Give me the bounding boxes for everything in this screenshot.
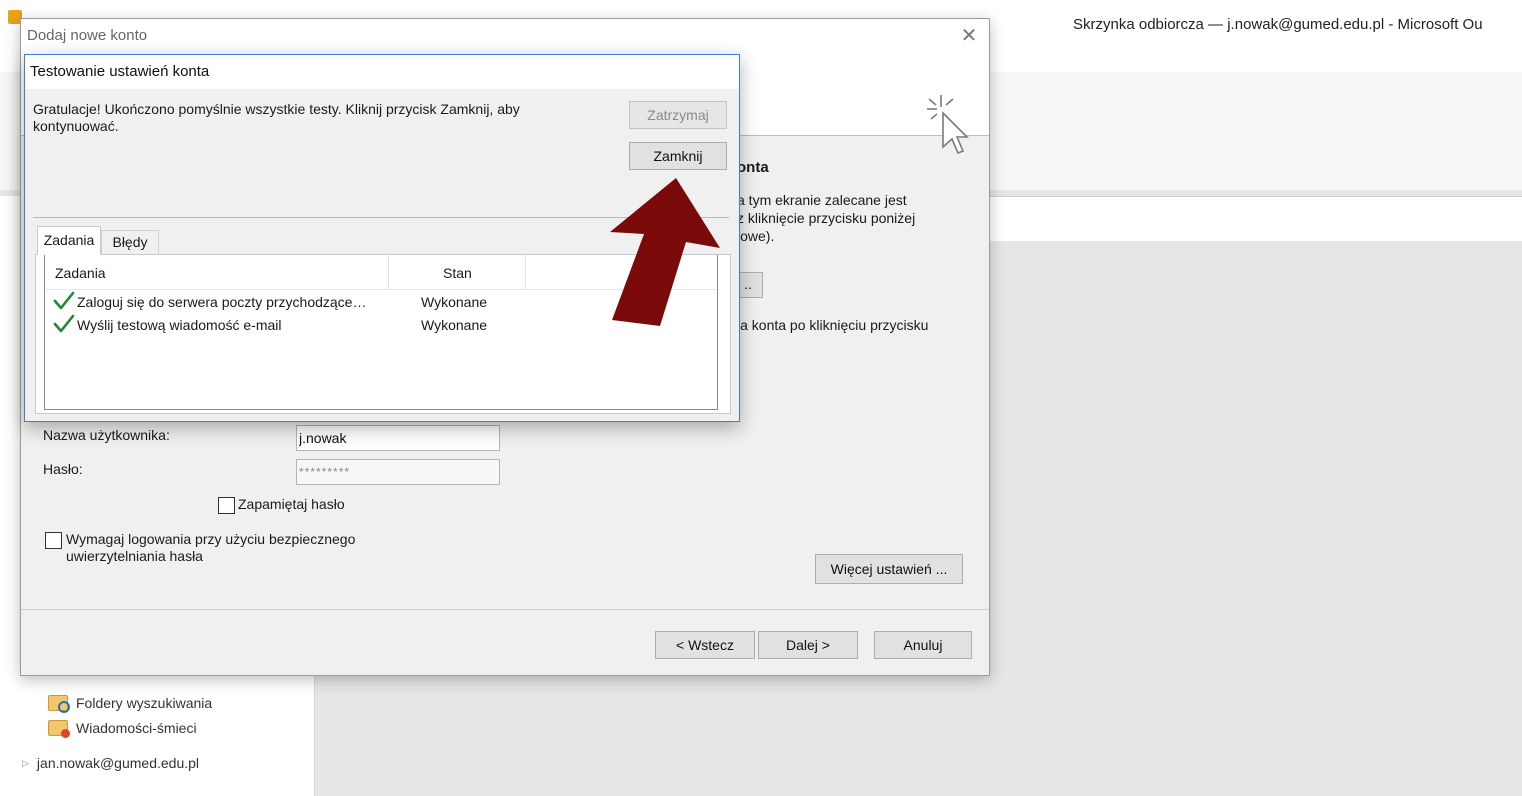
task-status: Wykonane: [421, 317, 488, 333]
expand-triangle-icon[interactable]: ▷: [22, 758, 29, 769]
column-header-tasks[interactable]: Zadania: [55, 265, 106, 281]
junk-folder-icon: [48, 720, 70, 738]
section-title: onta: [737, 159, 769, 176]
folder-label: Wiadomości-śmieci: [76, 720, 197, 736]
footer-divider: [21, 609, 989, 610]
more-settings-button[interactable]: Więcej ustawień ...: [815, 554, 963, 584]
folder-junk[interactable]: Wiadomości-śmieci: [48, 720, 197, 738]
annotation-arrow: [610, 178, 720, 326]
username-field[interactable]: [296, 425, 500, 451]
test-dialog-title: Testowanie ustawień konta: [30, 63, 210, 80]
column-header-status[interactable]: Stan: [443, 265, 472, 281]
auto-test-description: ia konta po kliknięciu przycisku: [737, 317, 929, 333]
section-description: a tym ekranie zalecane jest z kliknięcie…: [737, 192, 916, 244]
test-dialog-title-bar: Testowanie ustawień konta: [25, 55, 739, 89]
stop-button[interactable]: Zatrzymaj: [629, 101, 727, 129]
outlook-search-row: [990, 205, 1522, 242]
task-status: Wykonane: [421, 294, 488, 310]
cancel-button[interactable]: Anuluj: [874, 631, 972, 659]
password-field[interactable]: [296, 459, 500, 485]
column-divider[interactable]: [525, 255, 526, 289]
back-button[interactable]: < Wstecz: [655, 631, 755, 659]
close-icon[interactable]: ✕: [957, 24, 981, 48]
dialog-title: Dodaj nowe konto: [27, 27, 148, 44]
spa-checkbox[interactable]: [45, 532, 62, 549]
tab-errors[interactable]: Błędy: [101, 230, 159, 255]
task-name: Wyślij testową wiadomość e-mail: [77, 317, 282, 333]
remember-password-checkbox[interactable]: [218, 497, 235, 514]
remember-password-label[interactable]: Zapamiętaj hasło: [238, 496, 345, 512]
close-button[interactable]: Zamknij: [629, 142, 727, 170]
next-button[interactable]: Dalej >: [758, 631, 858, 659]
outlook-window-title: Skrzynka odbiorcza — j.nowak@gumed.edu.p…: [1073, 16, 1483, 33]
spa-label[interactable]: Wymagaj logowania przy użyciu bezpieczne…: [66, 531, 396, 565]
dialog-title-bar: Dodaj nowe konto ✕: [21, 19, 989, 53]
checkmark-icon: [53, 314, 75, 333]
tab-tasks[interactable]: Zadania: [37, 226, 101, 255]
username-label: Nazwa użytkownika:: [43, 427, 170, 443]
task-name: Zaloguj się do serwera poczty przychodzą…: [77, 294, 367, 310]
click-cursor-icon: [927, 95, 969, 155]
column-divider[interactable]: [388, 255, 389, 289]
checkmark-icon: [53, 291, 75, 310]
account-label: jan.nowak@gumed.edu.pl: [36, 755, 200, 771]
account-node[interactable]: ▷ jan.nowak@gumed.edu.pl: [22, 755, 199, 771]
folder-search-folders[interactable]: Foldery wyszukiwania: [48, 695, 213, 713]
success-message: Gratulacje! Ukończono pomyślnie wszystki…: [33, 101, 520, 134]
search-folder-icon: [48, 695, 70, 713]
folder-label: Foldery wyszukiwania: [76, 695, 213, 711]
password-label: Hasło:: [43, 461, 83, 477]
